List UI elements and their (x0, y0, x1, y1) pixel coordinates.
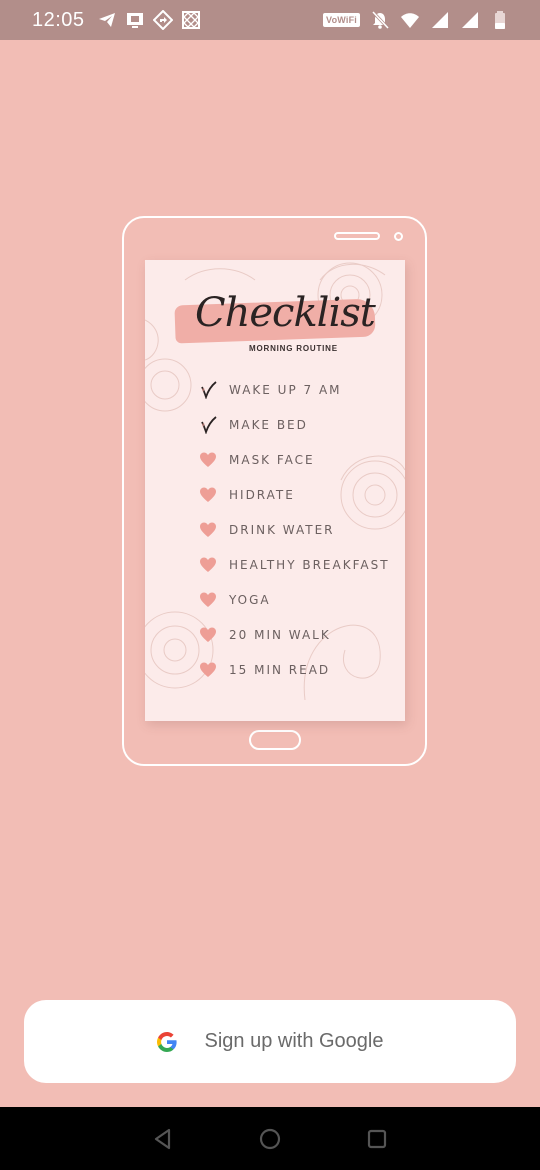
checklist-title: Checklist (195, 290, 376, 336)
checklist-item-label: HIDRATE (229, 488, 295, 502)
phone-speaker (334, 232, 380, 240)
checklist-item-label: 20 MIN WALK (229, 628, 331, 642)
recents-icon[interactable] (364, 1126, 390, 1152)
telegram-icon (98, 13, 115, 27)
heart-icon (200, 592, 216, 607)
checklist-card: Checklist MORNING ROUTINE WAKE UP 7 AM M… (145, 260, 405, 721)
checklist-item: MAKE BED (199, 416, 308, 434)
checklist-item: YOGA (199, 591, 271, 609)
checklist-item-label: DRINK WATER (229, 523, 335, 537)
checklist-item: 20 MIN WALK (199, 626, 331, 644)
grid-icon (181, 11, 200, 29)
system-icons: VoWiFi (323, 10, 510, 30)
heart-icon (200, 557, 216, 572)
signal-icon (462, 12, 478, 28)
google-icon (157, 1031, 178, 1052)
checklist-item: HIDRATE (199, 486, 295, 504)
navigation-bar (0, 1107, 540, 1170)
checklist-item-label: WAKE UP 7 AM (229, 383, 342, 397)
app-screen: 12:05 VoWiFi Checklist MORNING ROUTINE W… (0, 0, 540, 1170)
home-icon[interactable] (257, 1126, 283, 1152)
heart-icon (200, 522, 216, 537)
heart-icon (200, 662, 216, 677)
checklist-item-label: HEALTHY BREAKFAST (229, 558, 390, 572)
notification-icons (97, 10, 201, 30)
checklist-item: DRINK WATER (199, 521, 335, 539)
vowifi-badge: VoWiFi (323, 13, 360, 27)
heart-icon (200, 627, 216, 642)
mute-icon (371, 10, 390, 30)
signal-icon (432, 12, 448, 28)
phone-camera (394, 232, 403, 241)
checklist-item-label: MASK FACE (229, 453, 315, 467)
status-bar: 12:05 VoWiFi (0, 0, 540, 40)
battery-icon (495, 11, 505, 29)
google-signup-button[interactable]: Sign up with Google (24, 1000, 516, 1083)
phone-home-button (249, 730, 301, 750)
checklist-subtitle: MORNING ROUTINE (249, 344, 338, 353)
checklist-item: WAKE UP 7 AM (199, 381, 342, 399)
wifi-icon (401, 13, 419, 28)
checklist-item: MASK FACE (199, 451, 315, 469)
checklist-item-label: 15 MIN READ (229, 663, 331, 677)
heart-icon (200, 487, 216, 502)
status-time: 12:05 (32, 8, 85, 31)
checklist-item-label: MAKE BED (229, 418, 308, 432)
checklist-item-label: YOGA (229, 593, 271, 607)
google-signup-label: Sign up with Google (204, 1030, 384, 1052)
heart-icon (200, 452, 216, 467)
screen-icon (126, 13, 143, 28)
back-icon[interactable] (150, 1126, 176, 1152)
check-icon (201, 416, 217, 434)
checklist-item: HEALTHY BREAKFAST (199, 556, 390, 574)
check-icon (201, 381, 217, 399)
checklist-item: 15 MIN READ (199, 661, 330, 679)
navigation-icon (152, 10, 173, 30)
